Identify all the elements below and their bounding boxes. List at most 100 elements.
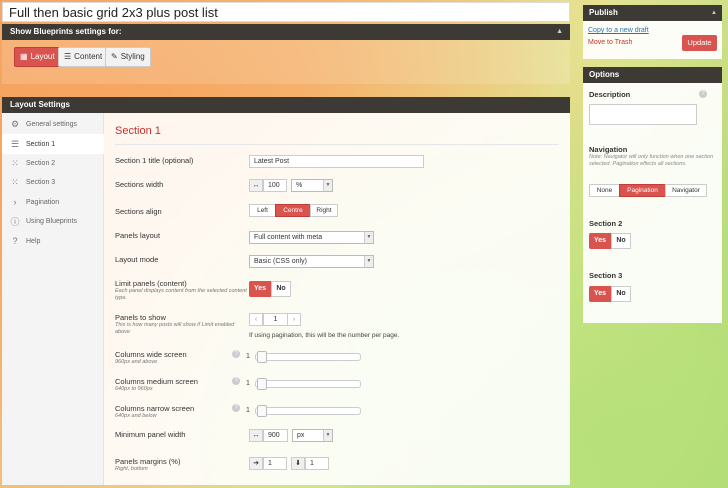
panels-layout-label: Panels layout <box>115 231 161 240</box>
triangle-up-icon[interactable]: ▲ <box>711 5 717 21</box>
styling-mode-button[interactable]: ✎ Styling <box>105 47 151 67</box>
sections-width-unit-select[interactable]: % ▼ <box>291 179 333 192</box>
sidebar-item-section-2[interactable]: ⁙ Section 2 <box>2 153 104 173</box>
columns-medium-slider[interactable] <box>255 380 361 388</box>
settings-sidebar: ⚙ General settings ☰ Section 1 ⁙ Section… <box>2 113 104 485</box>
navigation-navigator-option[interactable]: Navigator <box>665 184 707 197</box>
section-title-input[interactable]: Latest Post <box>249 155 424 168</box>
chevron-down-icon: ▼ <box>323 180 332 191</box>
columns-narrow-slider[interactable] <box>255 407 361 415</box>
panels-layout-value: Full content with meta <box>254 234 323 241</box>
navigation-none-option[interactable]: None <box>589 184 620 197</box>
columns-narrow-slider-handle[interactable] <box>257 405 267 417</box>
panels-margins-label: Panels margins (%) <box>115 457 181 466</box>
sidebar-item-section-1[interactable]: ☰ Section 1 <box>2 134 104 154</box>
columns-wide-description: 960px and above <box>115 359 158 365</box>
list-icon: ☰ <box>10 138 20 149</box>
arrow-right-icon: ➔ <box>249 457 263 470</box>
panels-to-show-input[interactable]: 1 <box>263 313 288 326</box>
section-2-label: Section 2 <box>589 219 623 228</box>
decrement-button[interactable]: ‹ <box>249 313 263 326</box>
help-icon[interactable]: ? <box>699 90 707 98</box>
section-3-yes[interactable]: Yes <box>589 286 611 302</box>
layout-settings-header: Layout Settings <box>2 97 570 113</box>
chevron-down-icon: ▼ <box>364 232 373 243</box>
content-mode-label: Content <box>74 52 103 61</box>
section-2-no[interactable]: No <box>611 233 631 249</box>
sidebar-item-label: Section 3 <box>26 178 56 186</box>
min-width-unit-value: px <box>297 432 305 439</box>
panels-to-show-note: If using pagination, this will be the nu… <box>249 332 400 339</box>
limit-panels-label: Limit panels (content) <box>115 279 187 288</box>
grid-icon: ⁙ <box>11 157 19 168</box>
section-2-yes[interactable]: Yes <box>589 233 611 249</box>
columns-medium-description: 640px to 960px <box>115 386 153 392</box>
sliders-icon: ⚙ <box>10 118 20 129</box>
sidebar-item-label: General settings <box>26 120 77 128</box>
divider <box>115 144 559 145</box>
limit-panels-no[interactable]: No <box>271 281 291 297</box>
sections-width-label: Sections width <box>115 180 164 189</box>
move-to-trash-link[interactable]: Move to Trash <box>588 39 632 46</box>
columns-narrow-label: Columns narrow screen <box>115 404 195 413</box>
info-icon: ⓘ <box>10 216 20 227</box>
content-mode-button[interactable]: ☰ Content <box>58 47 109 67</box>
help-icon[interactable]: ? <box>232 404 240 412</box>
help-icon[interactable]: ? <box>232 350 240 358</box>
section-settings-panel: Section 1 Section 1 title (optional) Lat… <box>104 113 570 485</box>
increment-button[interactable]: › <box>287 313 301 326</box>
publish-header[interactable]: Publish ▲ <box>583 5 722 21</box>
limit-panels-description: Each panel displays content from the sel… <box>115 288 247 301</box>
layout-mode-select[interactable]: Basic (CSS only) ▼ <box>249 255 374 268</box>
margin-right-input[interactable]: 1 <box>263 457 287 470</box>
pencil-icon: ✎ <box>111 52 118 61</box>
align-centre-option[interactable]: Centre <box>275 204 311 217</box>
help-icon[interactable]: ? <box>232 377 240 385</box>
help-icon: ? <box>12 236 18 246</box>
min-panel-width-unit-select[interactable]: px ▼ <box>292 429 333 442</box>
sidebar-item-general-settings[interactable]: ⚙ General settings <box>2 114 104 134</box>
blueprint-settings-label: Show Blueprints settings for: <box>10 27 122 36</box>
section-3-no[interactable]: No <box>611 286 631 302</box>
post-title-input[interactable]: Full then basic grid 2x3 plus post list <box>2 2 570 22</box>
sidebar-item-pagination[interactable]: › Pagination <box>2 192 104 212</box>
copy-to-draft-link[interactable]: Copy to a new draft <box>588 27 649 34</box>
panels-to-show-label: Panels to show <box>115 313 166 322</box>
columns-wide-slider-handle[interactable] <box>257 351 267 363</box>
margin-bottom-input[interactable]: 1 <box>305 457 329 470</box>
align-left-option[interactable]: Left <box>249 204 276 217</box>
sidebar-item-label: Section 2 <box>26 159 56 167</box>
layout-mode-label: Layout mode <box>115 255 159 264</box>
triangle-up-icon[interactable]: ▲ <box>556 24 563 40</box>
navigation-note: Note: Navigator will only function when … <box>589 154 714 167</box>
panels-to-show-description: This is how many posts will show if Limi… <box>115 322 235 335</box>
section-title-label: Section 1 title (optional) <box>115 156 194 165</box>
columns-medium-label: Columns medium screen <box>115 377 198 386</box>
layout-settings-title: Layout Settings <box>10 100 71 109</box>
panels-margins-description: Right, bottom <box>115 466 148 472</box>
columns-medium-value: 1 <box>246 380 250 387</box>
limit-panels-yes[interactable]: Yes <box>249 281 271 297</box>
layout-mode-button[interactable]: ▦ Layout <box>14 47 61 67</box>
layout-mode-value: Basic (CSS only) <box>254 258 307 265</box>
width-arrows-icon: ↔ <box>249 179 263 192</box>
columns-wide-slider[interactable] <box>255 353 361 361</box>
navigation-pagination-option[interactable]: Pagination <box>619 184 666 197</box>
description-textarea[interactable] <box>589 104 697 125</box>
columns-medium-slider-handle[interactable] <box>257 378 267 390</box>
section-3-label: Section 3 <box>589 271 623 280</box>
sidebar-item-help[interactable]: ? Help <box>2 231 104 251</box>
sidebar-item-label: Section 1 <box>26 140 56 148</box>
panels-layout-select[interactable]: Full content with meta ▼ <box>249 231 374 244</box>
align-right-option[interactable]: Right <box>310 204 338 217</box>
sidebar-item-label: Using Blueprints <box>26 217 77 225</box>
sidebar-item-section-3[interactable]: ⁙ Section 3 <box>2 172 104 192</box>
min-panel-width-input[interactable]: 900 <box>263 429 288 442</box>
update-button[interactable]: Update <box>682 35 717 51</box>
sections-width-input[interactable]: 100 <box>263 179 287 192</box>
layout-mode-label: Layout <box>30 52 55 61</box>
sections-align-label: Sections align <box>115 207 162 216</box>
sidebar-item-label: Help <box>26 237 41 245</box>
sidebar-item-using-blueprints[interactable]: ⓘ Using Blueprints <box>2 211 104 231</box>
min-panel-width-label: Minimum panel width <box>115 430 186 439</box>
